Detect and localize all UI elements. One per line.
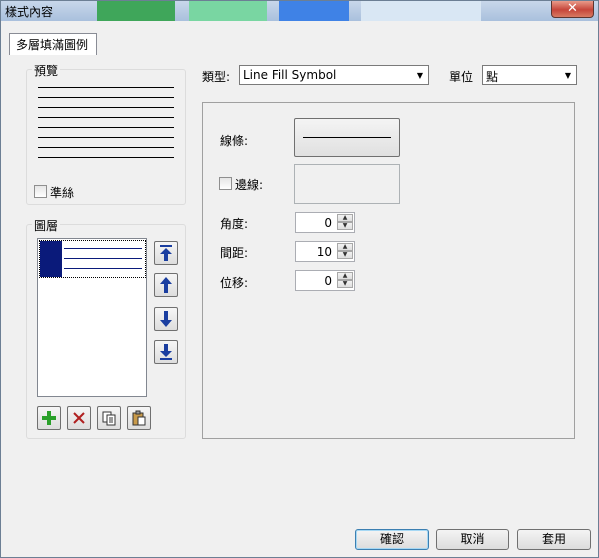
background-app-tile — [97, 1, 175, 21]
angle-label: 角度: — [220, 217, 249, 231]
unit-select[interactable]: 點 ▼ — [482, 65, 577, 85]
arrow-down-icon — [160, 311, 172, 327]
line-symbol-preview — [303, 137, 391, 138]
unit-label: 單位 — [449, 70, 474, 84]
offset-label: 位移: — [220, 276, 249, 290]
spin-up-icon[interactable]: ▲ — [337, 214, 353, 222]
spin-down-icon[interactable]: ▼ — [337, 251, 353, 259]
paste-icon — [132, 410, 146, 426]
preview-label: 預覽 — [32, 62, 61, 79]
ok-button[interactable]: 確認 — [355, 529, 429, 550]
move-to-bottom-button[interactable] — [154, 340, 178, 364]
line-symbol-button[interactable] — [294, 118, 400, 157]
spin-down-icon[interactable]: ▼ — [337, 280, 353, 288]
spin-down-icon[interactable]: ▼ — [337, 222, 353, 230]
layer-line — [64, 248, 142, 249]
apply-button[interactable]: 套用 — [517, 529, 591, 550]
layers-label: 圖層 — [32, 217, 61, 234]
spacing-value: 10 — [316, 245, 332, 259]
delete-icon — [73, 412, 85, 424]
layers-list[interactable] — [37, 238, 147, 397]
spin-up-icon[interactable]: ▲ — [337, 243, 353, 251]
chevron-down-icon: ▼ — [416, 70, 424, 80]
chevron-down-icon: ▼ — [564, 70, 572, 80]
tab-multilayer-fill[interactable]: 多層填滿圖例 — [9, 33, 97, 55]
move-to-top-button[interactable] — [154, 241, 178, 265]
copy-icon — [102, 411, 116, 426]
close-icon: ✕ — [567, 1, 578, 16]
arrow-bottom-icon — [160, 344, 172, 360]
unit-value: 點 — [486, 70, 499, 84]
close-button[interactable]: ✕ — [551, 1, 594, 18]
offset-value: 0 — [324, 274, 332, 288]
guideline-checkbox[interactable] — [34, 185, 47, 198]
add-layer-button[interactable] — [37, 406, 61, 430]
outline-checkbox[interactable] — [219, 177, 232, 190]
type-value: Line Fill Symbol — [243, 68, 337, 82]
outline-symbol-button[interactable] — [294, 164, 400, 204]
type-select[interactable]: Line Fill Symbol ▼ — [239, 65, 429, 85]
cancel-button[interactable]: 取消 — [436, 529, 509, 550]
style-properties-dialog: 樣式內容 ✕ 多層填滿圖例 預覽 準絲 圖層 類型: Line Fill Sym… — [0, 0, 599, 558]
background-app-tile — [189, 1, 267, 21]
outline-label: 邊線: — [235, 178, 264, 192]
window-title: 樣式內容 — [5, 5, 54, 19]
paste-layer-button[interactable] — [127, 406, 151, 430]
plus-icon — [42, 411, 56, 425]
spin-up-icon[interactable]: ▲ — [337, 272, 353, 280]
arrow-up-icon — [160, 277, 172, 293]
preview-swatch — [38, 87, 174, 167]
spacing-stepper[interactable]: 10 ▲ ▼ — [295, 241, 355, 262]
layer-line — [64, 268, 142, 269]
copy-layer-button[interactable] — [97, 406, 121, 430]
angle-value: 0 — [324, 216, 332, 230]
move-down-button[interactable] — [154, 307, 178, 331]
layer-line — [64, 258, 142, 259]
move-up-button[interactable] — [154, 273, 178, 297]
line-label: 線條: — [220, 134, 249, 148]
background-app-tile — [279, 1, 349, 21]
delete-layer-button[interactable] — [67, 406, 91, 430]
guideline-label: 準絲 — [50, 186, 75, 200]
list-item[interactable] — [39, 240, 146, 278]
offset-stepper[interactable]: 0 ▲ ▼ — [295, 270, 355, 291]
layer-color-swatch — [40, 241, 62, 277]
angle-stepper[interactable]: 0 ▲ ▼ — [295, 212, 355, 233]
spacing-label: 間距: — [220, 246, 249, 260]
type-label: 類型: — [202, 70, 231, 84]
background-app-tile — [361, 1, 481, 21]
arrow-top-icon — [160, 245, 172, 261]
title-bar: 樣式內容 ✕ — [1, 1, 598, 21]
